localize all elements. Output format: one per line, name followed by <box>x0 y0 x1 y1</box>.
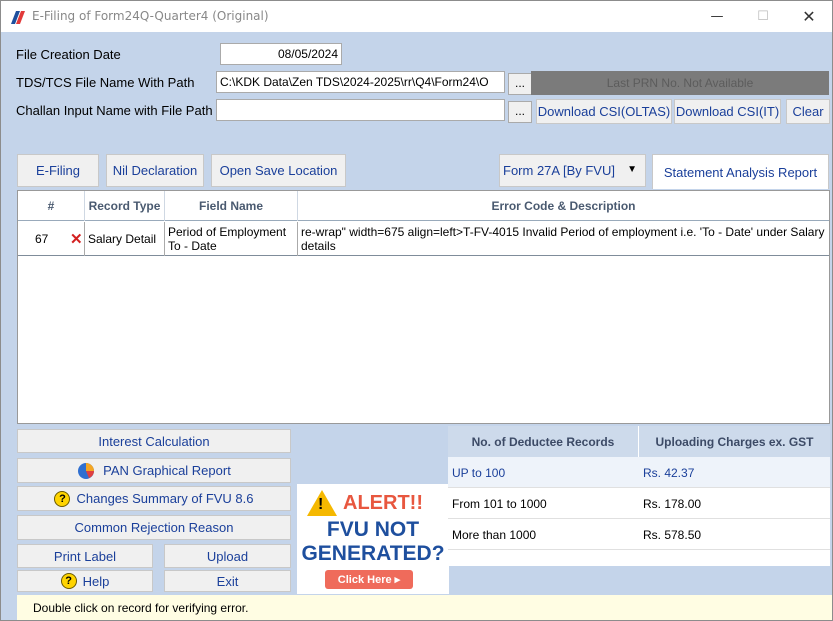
row-record-type: Salary Detail <box>85 222 165 256</box>
download-csi-oltas-button[interactable]: Download CSI(OLTAS) <box>536 99 672 124</box>
maximize-button[interactable]: ☐ <box>740 1 786 32</box>
grid-header-record-type[interactable]: Record Type <box>85 191 165 221</box>
help-label: Help <box>82 573 110 589</box>
tds-file-label: TDS/TCS File Name With Path <box>16 75 195 90</box>
charges-row[interactable]: More than 1000 Rs. 578.50 <box>448 519 830 550</box>
file-creation-date-field[interactable]: 08/05/2024 <box>220 43 342 65</box>
pan-graphical-report-label: PAN Graphical Report <box>103 463 231 478</box>
charges-range: UP to 100 <box>452 465 506 480</box>
charges-header-amount: Uploading Charges ex. GST <box>655 434 814 449</box>
help-button[interactable]: ? Help <box>17 570 153 592</box>
grid-header-num[interactable]: # <box>18 191 85 221</box>
open-save-location-button[interactable]: Open Save Location <box>211 154 346 187</box>
window-title: E-Filing of Form24Q-Quarter4 (Original) <box>32 9 269 23</box>
common-rejection-reason-button[interactable]: Common Rejection Reason <box>17 515 291 540</box>
error-x-icon: ✕ <box>70 231 83 248</box>
status-bar: Double click on record for verifying err… <box>17 595 832 620</box>
error-grid: # Record Type Field Name Error Code & De… <box>17 190 830 424</box>
challan-browse-button[interactable]: ... <box>508 101 532 123</box>
alert-line-1: FVU NOT <box>326 518 420 541</box>
help-question-icon: ? <box>60 573 77 589</box>
charges-header-records: No. of Deductee Records <box>448 426 639 457</box>
form-type-dropdown[interactable]: Form 27A [By FVU] ▼ <box>499 154 646 187</box>
efiling-window: E-Filing of Form24Q-Quarter4 (Original) … <box>0 0 833 621</box>
charges-range: More than 1000 <box>452 527 537 542</box>
charges-range: From 101 to 1000 <box>452 496 547 511</box>
nil-declaration-button[interactable]: Nil Declaration <box>106 154 204 187</box>
grid-header-field-name[interactable]: Field Name <box>165 191 298 221</box>
charges-header: No. of Deductee Records Uploading Charge… <box>448 426 830 457</box>
charges-amount: Rs. 578.50 <box>643 527 702 542</box>
grid-header-error[interactable]: Error Code & Description <box>298 191 829 221</box>
charges-row[interactable]: From 101 to 1000 Rs. 178.00 <box>448 488 830 519</box>
app-logo-icon <box>10 9 26 25</box>
alert-line-2: GENERATED? <box>301 542 445 565</box>
row-field-name: Period of Employment To - Date <box>165 222 298 256</box>
fvu-alert-banner[interactable]: ! ALERT!! FVU NOT GENERATED? Click Here … <box>297 484 449 594</box>
file-creation-date-label: File Creation Date <box>16 47 121 62</box>
tds-file-path-field[interactable]: C:\KDK Data\Zen TDS\2024-2025\rr\Q4\Form… <box>216 71 505 93</box>
challan-label: Challan Input Name with File Path <box>16 103 213 118</box>
title-bar: E-Filing of Form24Q-Quarter4 (Original) … <box>1 1 832 32</box>
interest-calculation-button[interactable]: Interest Calculation <box>17 429 291 453</box>
changes-summary-label: Changes Summary of FVU 8.6 <box>76 491 254 506</box>
table-row[interactable]: 67 ✕ Salary Detail Period of Employment … <box>18 222 829 256</box>
charges-amount: Rs. 178.00 <box>643 496 702 511</box>
upload-button[interactable]: Upload <box>164 544 291 568</box>
clear-button[interactable]: Clear <box>786 99 830 124</box>
exit-button[interactable]: Exit <box>164 570 291 592</box>
charges-amount: Rs. 42.37 <box>643 465 695 480</box>
print-label-button[interactable]: Print Label <box>17 544 153 568</box>
efiling-button[interactable]: E-Filing <box>17 154 99 187</box>
charges-row[interactable]: UP to 100 Rs. 42.37 <box>448 457 830 488</box>
alert-title: ALERT!! <box>343 491 423 514</box>
grid-header: # Record Type Field Name Error Code & De… <box>18 191 829 221</box>
uploading-charges-table: No. of Deductee Records Uploading Charge… <box>448 426 830 566</box>
last-prn-display: Last PRN No. Not Available <box>531 71 829 95</box>
statement-analysis-report-tab[interactable]: Statement Analysis Report <box>652 154 829 189</box>
challan-path-field[interactable] <box>216 99 505 121</box>
alert-header: ! ALERT!! <box>307 490 423 516</box>
tds-file-browse-button[interactable]: ... <box>508 73 532 95</box>
form-type-selected: Form 27A [By FVU] <box>503 163 615 178</box>
pie-chart-icon <box>78 462 95 479</box>
alert-click-here-button[interactable]: Click Here ▸ <box>325 570 413 589</box>
row-error-description: re-wrap" width=675 align=left>T-FV-4015 … <box>301 225 825 253</box>
changes-summary-button[interactable]: ? Changes Summary of FVU 8.6 <box>17 486 291 511</box>
minimize-button[interactable]: — <box>694 1 740 32</box>
help-question-icon: ? <box>54 490 71 507</box>
warning-triangle-icon: ! <box>307 490 337 516</box>
close-button[interactable]: ✕ <box>786 1 832 32</box>
download-csi-it-button[interactable]: Download CSI(IT) <box>674 99 781 124</box>
pan-graphical-report-button[interactable]: PAN Graphical Report <box>17 458 291 483</box>
dropdown-arrow-icon: ▼ <box>627 164 637 175</box>
